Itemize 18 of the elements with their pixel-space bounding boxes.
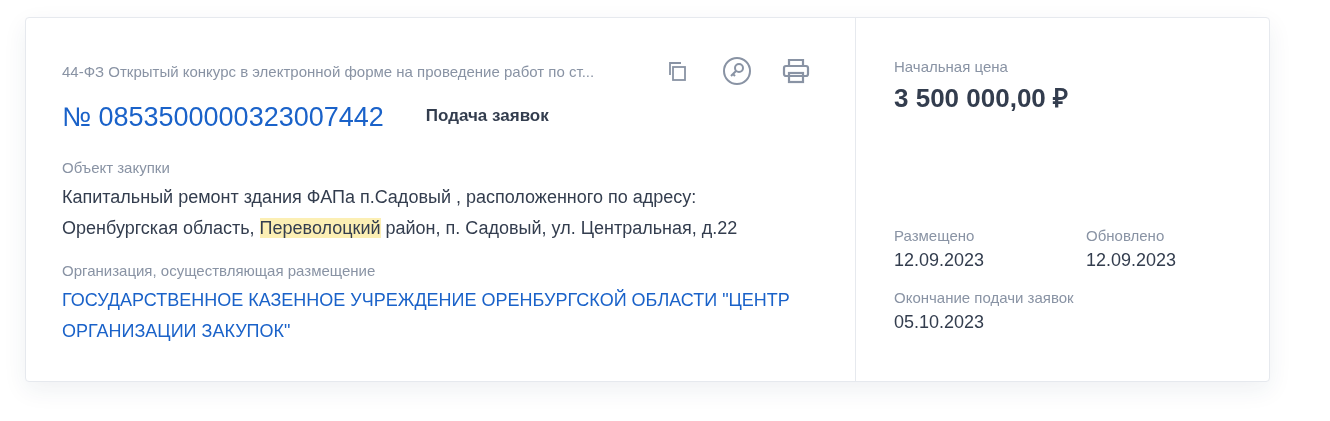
copy-icon[interactable] — [666, 60, 688, 82]
organization-link[interactable]: ГОСУДАРСТВЕННОЕ КАЗЕННОЕ УЧРЕЖДЕНИЕ ОРЕНБУРГСКОЙ ОБЛАСТИ "ЦЕНТР ОРГАНИЗАЦИИ ЗАКУПОК" — [62, 285, 832, 347]
field-label: Окончание подачи заявок — [894, 289, 1075, 306]
field-label: Обновлено — [1086, 227, 1166, 244]
date-value: 12.09.2023 — [1086, 250, 1178, 271]
date-value: 12.09.2023 — [894, 250, 986, 271]
date-value: 05.10.2023 — [894, 312, 986, 333]
procurement-object: Капитальный ремонт здания ФАПа п.Садовый , расположенного по адресу: Оренбургская область, Переволоцкий район, п. Садовый, ул. Центральная, д.22 — [62, 186, 739, 240]
field-label: Организация, осуществляющая размещение — [62, 262, 377, 279]
procurement-number[interactable]: № 0853500000323007442 — [62, 102, 384, 133]
field-label: Начальная цена — [894, 58, 1009, 75]
field-label: Объект закупки — [62, 159, 171, 176]
print-icon[interactable] — [782, 58, 810, 84]
initial-price: 3 500 000,00 ₽ — [894, 82, 1070, 115]
field-label: Размещено — [894, 227, 976, 244]
procurement-type: 44-ФЗ Открытый конкурс в электронной форме на проведение работ по ст... — [62, 62, 596, 80]
key-icon[interactable] — [722, 56, 752, 86]
stage-status: Подача заявок — [425, 106, 549, 126]
